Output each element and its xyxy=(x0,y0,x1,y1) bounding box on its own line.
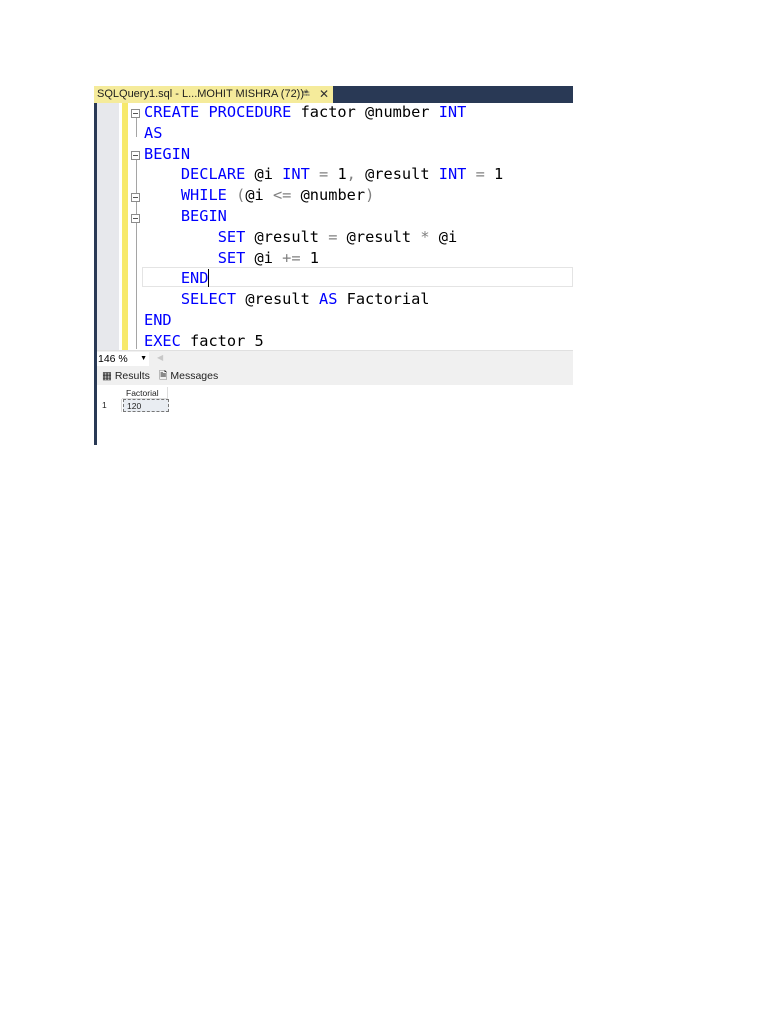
identifier-token xyxy=(144,269,181,287)
fold-line xyxy=(136,159,137,349)
results-tabs: ▦ Results 🗎 Messages xyxy=(97,367,573,386)
collapse-icon[interactable] xyxy=(131,214,140,223)
chevron-down-icon: ▼ xyxy=(140,355,147,362)
identifier-token xyxy=(144,186,181,204)
identifier-token: @i xyxy=(429,227,458,246)
operator-token: ( xyxy=(226,186,246,205)
collapse-icon[interactable] xyxy=(131,109,140,118)
operator-token: = xyxy=(466,165,495,184)
keyword-token: BEGIN xyxy=(144,144,191,163)
identifier-token xyxy=(144,207,181,225)
keyword-token: SET xyxy=(217,248,246,267)
identifier-token: @result xyxy=(337,227,421,246)
code-line[interactable]: DECLARE @i INT = 1, @result INT = 1 xyxy=(144,164,503,185)
tab-results[interactable]: ▦ Results xyxy=(102,368,150,385)
code-line[interactable]: EXEC factor 5 xyxy=(144,331,264,350)
scroll-left-icon[interactable]: ◀ xyxy=(157,353,163,362)
document-tab-strip: SQLQuery1.sql - L...MOHIT MISHRA (72))* … xyxy=(94,86,573,103)
text-caret xyxy=(208,269,210,288)
code-line[interactable]: BEGIN xyxy=(144,206,227,227)
keyword-token: SET xyxy=(217,227,246,246)
code-line[interactable]: END xyxy=(144,310,172,331)
identifier-token: factor 5 xyxy=(180,331,264,350)
keyword-token: END xyxy=(144,311,172,329)
collapse-icon[interactable] xyxy=(131,151,140,160)
query-window: SQLQuery1.sql - L...MOHIT MISHRA (72))* … xyxy=(94,86,573,445)
code-line[interactable]: SET @i += 1 xyxy=(144,248,319,269)
code-line[interactable]: BEGIN xyxy=(144,144,190,165)
results-grid: Factorial 1 120 xyxy=(97,385,573,445)
pin-icon[interactable]: ⭾ xyxy=(303,86,310,103)
tab-messages[interactable]: 🗎 Messages xyxy=(159,368,218,385)
code-line[interactable]: CREATE PROCEDURE factor @number INT xyxy=(144,103,466,123)
result-cell[interactable]: 120 xyxy=(123,399,169,412)
keyword-token: INT xyxy=(438,103,467,121)
keyword-token: AS xyxy=(144,123,163,142)
tab-title: SQLQuery1.sql - L...MOHIT MISHRA (72))* xyxy=(97,88,309,100)
keyword-token: CREATE PROCEDURE xyxy=(144,103,292,121)
identifier-token xyxy=(144,228,218,246)
operator-token: = xyxy=(309,165,338,184)
change-tracking-bar xyxy=(122,103,128,350)
identifier-token: 1 xyxy=(337,165,347,184)
sql-editor[interactable]: CREATE PROCEDURE factor @number INT AS BEG… xyxy=(97,103,573,350)
code-line[interactable]: AS xyxy=(144,123,162,144)
identifier-token: @i xyxy=(245,248,283,267)
code-line[interactable]: WHILE (@i <= @number) xyxy=(144,185,374,206)
zoom-value: 146 % xyxy=(98,353,128,365)
column-header[interactable]: Factorial xyxy=(122,387,168,399)
zoom-select[interactable]: 146 % ▼ xyxy=(97,352,149,366)
close-icon[interactable]: ✕ xyxy=(319,86,329,103)
code-line[interactable]: SELECT @result AS Factorial xyxy=(144,289,430,310)
keyword-token: DECLARE xyxy=(180,165,246,184)
code-line[interactable]: END xyxy=(144,268,210,289)
keyword-token: WHILE xyxy=(180,186,227,205)
keyword-token: END xyxy=(180,269,209,288)
keyword-token: INT xyxy=(438,165,467,184)
collapse-icon[interactable] xyxy=(131,193,140,202)
line-gutter xyxy=(97,103,119,350)
keyword-token: EXEC xyxy=(144,331,181,350)
identifier-token xyxy=(144,290,181,308)
identifier-token: factor @number xyxy=(291,103,439,121)
identifier-token xyxy=(144,249,218,267)
code-line[interactable]: SET @result = @result * @i xyxy=(144,227,458,248)
identifier-token xyxy=(144,165,181,183)
identifier-token: 1 xyxy=(300,248,320,267)
keyword-token: SELECT xyxy=(180,290,237,309)
identifier-token: @i xyxy=(245,186,273,205)
zoom-bar: 146 % ▼ ◀ xyxy=(97,350,573,368)
operator-token: , xyxy=(346,165,366,184)
row-number[interactable]: 1 xyxy=(97,399,122,412)
keyword-token: INT xyxy=(282,165,310,184)
identifier-token: Factorial xyxy=(337,290,430,309)
grid-icon: ▦ xyxy=(102,370,112,382)
identifier-token: @number xyxy=(291,186,366,205)
identifier-token: @result xyxy=(245,227,329,246)
identifier-token: 1 xyxy=(494,165,504,184)
identifier-token: @result xyxy=(236,290,319,309)
operator-token: ) xyxy=(365,186,375,205)
identifier-token: @i xyxy=(245,165,283,184)
document-tab[interactable]: SQLQuery1.sql - L...MOHIT MISHRA (72))* … xyxy=(94,86,333,103)
operator-token: <= xyxy=(272,186,292,205)
fold-line xyxy=(136,117,137,137)
operator-token: * xyxy=(420,227,430,246)
tab-label: Messages xyxy=(170,370,219,382)
messages-icon: 🗎 xyxy=(159,370,168,382)
keyword-token: AS xyxy=(319,290,338,309)
identifier-token: @result xyxy=(365,165,439,184)
tab-label: Results xyxy=(114,370,150,382)
keyword-token: BEGIN xyxy=(180,207,227,225)
operator-token: += xyxy=(282,248,301,267)
